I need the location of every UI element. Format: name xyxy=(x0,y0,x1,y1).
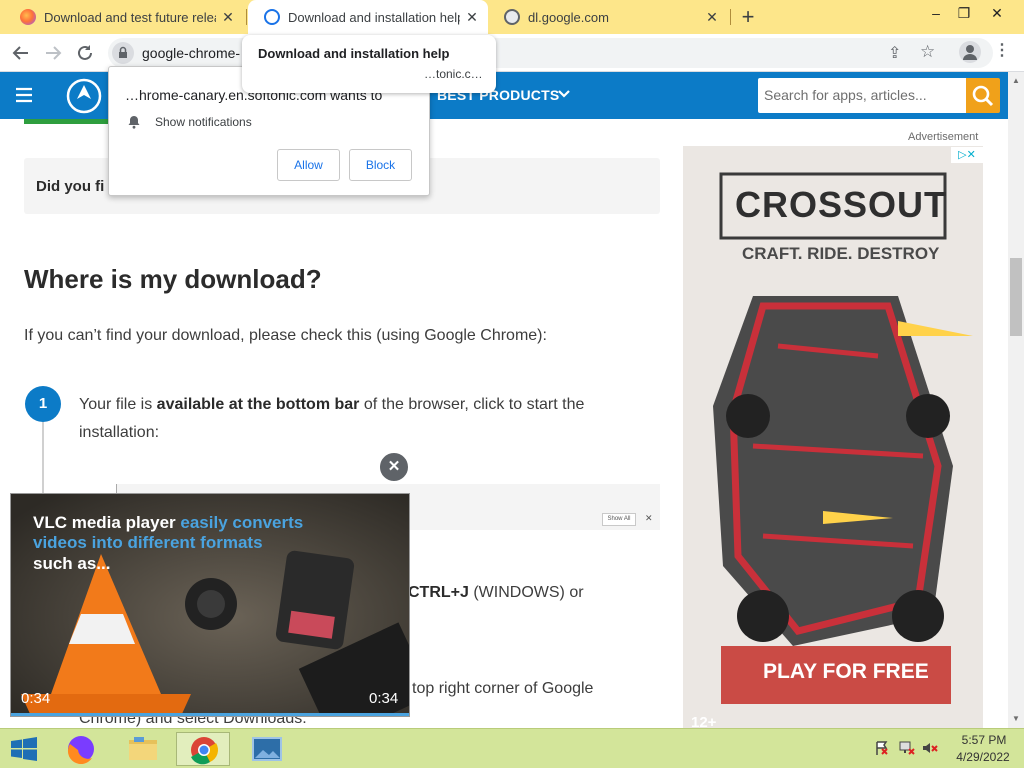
reload-button[interactable] xyxy=(72,40,98,66)
tab-title: Download and installation help xyxy=(288,9,460,25)
ad-brand: CROSSOUT xyxy=(735,184,948,225)
step-connector-line xyxy=(42,422,44,502)
taskbar-photos[interactable] xyxy=(240,732,294,766)
video-player[interactable]: VLC media player easily converts videos … xyxy=(10,493,410,717)
video-caption-line1: VLC media player easily converts xyxy=(33,512,303,533)
softonic-logo-icon[interactable] xyxy=(64,77,104,115)
taskbar-firefox[interactable] xyxy=(54,732,108,766)
ad-age-rating: 12+ xyxy=(691,714,717,728)
tab-firefox-releases[interactable]: Download and test future releas ✕ xyxy=(4,0,244,34)
back-arrow-icon xyxy=(12,46,28,60)
step2-text: CTRL+J (WINDOWS) or xyxy=(408,579,584,607)
page-title: Where is my download? xyxy=(24,264,322,294)
hover-card-title: Download and installation help xyxy=(258,46,450,61)
lock-icon[interactable] xyxy=(112,42,134,64)
menu-kebab-icon[interactable]: ⋮ xyxy=(994,40,1010,60)
step1-text-c: of the browser, click to start the xyxy=(359,396,585,413)
chrome-icon xyxy=(191,737,219,765)
close-tab-icon[interactable]: ✕ xyxy=(704,9,720,25)
image-viewer-icon xyxy=(252,737,282,761)
show-all-mini-button: Show All xyxy=(602,513,636,526)
tab-separator xyxy=(730,9,731,25)
taskbar-chrome[interactable] xyxy=(176,732,230,766)
mini-close-icon: ✕ xyxy=(645,513,653,523)
step2-rest: (WINDOWS) or xyxy=(468,584,584,601)
video-caption-line2: videos into different formats xyxy=(33,533,263,552)
address-bar[interactable]: google-chrome- ⇪ ☆ xyxy=(108,38,993,68)
url-text: google-chrome- xyxy=(142,45,241,61)
windows-taskbar: 5:57 PM 4/29/2022 xyxy=(0,728,1024,768)
hamburger-menu-icon[interactable] xyxy=(14,85,34,105)
step1-text-bold: available at the bottom bar xyxy=(156,396,360,413)
restore-button[interactable]: ❐ xyxy=(950,3,978,25)
ad-artwork xyxy=(683,146,983,728)
allow-button[interactable]: Allow xyxy=(277,149,340,181)
video-progress-bar[interactable] xyxy=(11,713,409,716)
video-duration: 0:34 xyxy=(369,690,399,707)
tab-download-help[interactable]: Download and installation help ✕ xyxy=(248,0,488,34)
advertisement-label: Advertisement xyxy=(908,131,979,143)
step-number-badge: 1 xyxy=(25,386,61,422)
tab-hover-card: Download and installation help …tonic.c… xyxy=(242,35,496,93)
close-window-button[interactable]: ✕ xyxy=(980,3,1014,25)
action-center-flag-icon[interactable] xyxy=(875,741,889,755)
step1-text-a: Your file is xyxy=(79,396,157,413)
caption-white: VLC media player xyxy=(33,513,181,532)
firefox-icon xyxy=(20,9,36,25)
ad-tagline: CRAFT. RIDE. DESTROY xyxy=(742,244,940,263)
close-tab-icon[interactable]: ✕ xyxy=(464,9,480,25)
profile-avatar-icon[interactable] xyxy=(959,41,981,63)
tab-strip: Download and test future releas ✕ Downlo… xyxy=(0,0,1024,34)
forward-arrow-icon xyxy=(46,46,62,60)
share-icon[interactable]: ⇪ xyxy=(888,43,901,63)
tab-title: Download and test future releas xyxy=(44,9,216,25)
block-button[interactable]: Block xyxy=(349,149,412,181)
video-caption-line3: such as... xyxy=(33,554,111,573)
scrollbar-thumb[interactable] xyxy=(1010,258,1022,336)
step2-shortcut: CTRL+J xyxy=(408,584,469,601)
bookmark-star-icon[interactable]: ☆ xyxy=(920,42,935,62)
chevron-down-icon[interactable] xyxy=(556,86,572,102)
close-video-button[interactable]: ✕ xyxy=(378,451,410,483)
start-windows-icon[interactable] xyxy=(10,737,38,761)
search-icon xyxy=(972,85,994,107)
video-elapsed-time: 0:34 xyxy=(21,690,51,707)
minimize-button[interactable]: – xyxy=(922,3,950,25)
show-notifications-label: Show notifications xyxy=(155,115,252,129)
ad-choices-icon[interactable]: ▷✕ xyxy=(951,147,983,163)
page-scrollbar[interactable]: ▲ ▼ xyxy=(1008,72,1024,728)
folder-icon xyxy=(129,737,157,760)
faq-text: Did you fi xyxy=(36,178,105,195)
network-icon[interactable] xyxy=(899,741,915,755)
search-button[interactable] xyxy=(966,78,1000,113)
clock-time[interactable]: 5:57 PM xyxy=(955,733,1013,747)
tab-separator xyxy=(246,9,247,25)
step1-line2: installation: xyxy=(79,424,160,441)
forward-button[interactable] xyxy=(40,40,66,66)
crossout-ad[interactable]: ▷✕ CROSSOUT CRAFT. RIDE. DESTROY PLAY FO… xyxy=(683,146,983,728)
intro-text: If you can’t find your download, please … xyxy=(24,327,547,344)
bell-icon xyxy=(127,115,141,129)
new-tab-button[interactable]: + xyxy=(736,5,760,29)
clock-date[interactable]: 4/29/2022 xyxy=(950,750,1016,764)
hover-card-url: …tonic.c… xyxy=(424,67,483,81)
firefox-icon xyxy=(67,736,94,765)
tab-title: dl.google.com xyxy=(528,9,609,25)
back-button[interactable] xyxy=(8,40,34,66)
reload-icon xyxy=(78,45,92,60)
step3-line1: top right corner of Google xyxy=(412,680,594,697)
step1-line1: Your file is available at the bottom bar… xyxy=(79,391,584,419)
caption-blue: easily converts xyxy=(180,513,304,532)
close-tab-icon[interactable]: ✕ xyxy=(220,9,236,25)
softonic-icon xyxy=(264,9,280,25)
volume-muted-icon[interactable] xyxy=(922,741,938,755)
ad-cta-button[interactable]: PLAY FOR FREE xyxy=(763,660,929,684)
globe-icon xyxy=(504,9,520,25)
scroll-up-arrow-icon[interactable]: ▲ xyxy=(1012,76,1020,85)
scroll-down-arrow-icon[interactable]: ▼ xyxy=(1012,714,1020,723)
search-input[interactable]: Search for apps, articles... xyxy=(758,78,966,113)
taskbar-file-explorer[interactable] xyxy=(116,732,170,766)
green-button-edge xyxy=(24,119,108,124)
tab-dl-google[interactable]: dl.google.com ✕ xyxy=(488,0,728,34)
